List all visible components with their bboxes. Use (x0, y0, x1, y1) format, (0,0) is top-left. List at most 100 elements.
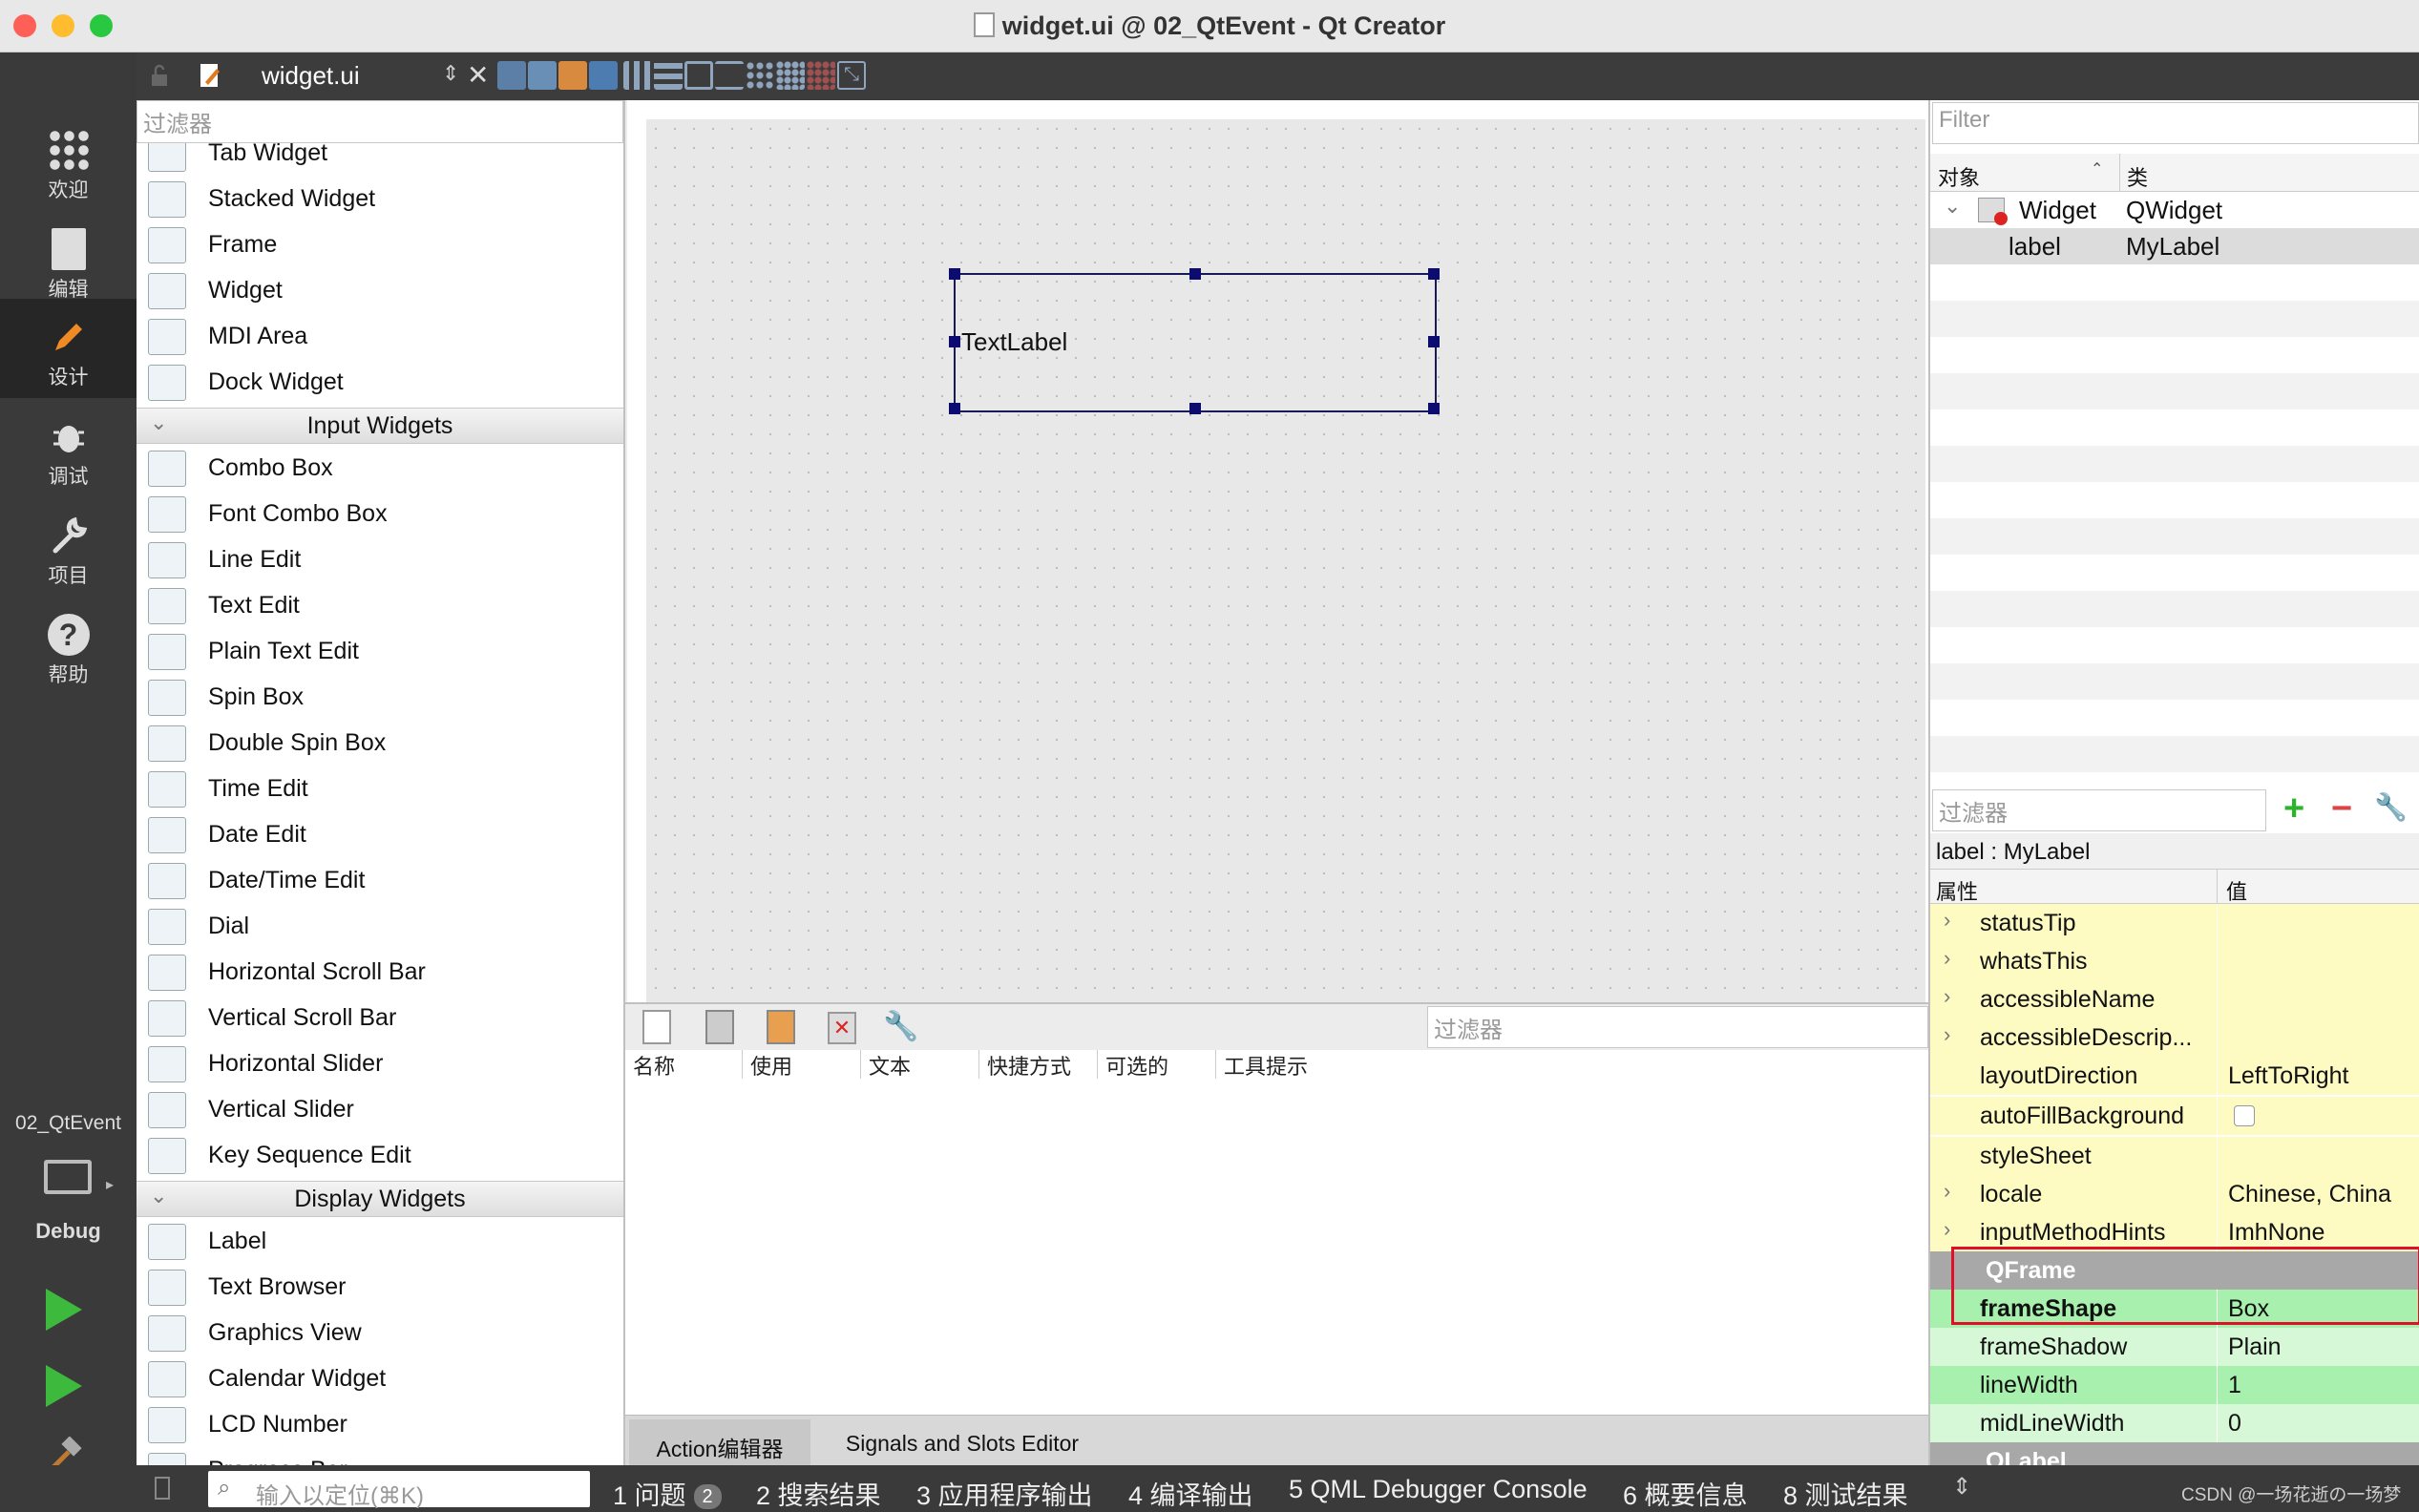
edit-signals-slots-icon[interactable] (528, 61, 557, 90)
property-row[interactable]: › accessibleDescrip... (1930, 1018, 2419, 1058)
toggle-sidebar-icon[interactable] (155, 1477, 170, 1500)
auto-fill-background-checkbox[interactable] (2234, 1105, 2255, 1126)
layout-horizontal-icon[interactable] (623, 61, 652, 90)
widget-box-item[interactable]: Graphics View (137, 1310, 623, 1355)
property-row[interactable]: styleSheet (1930, 1137, 2419, 1176)
widget-box-item[interactable]: LCD Number (137, 1401, 623, 1447)
copy-action-icon[interactable] (705, 1010, 734, 1044)
output-pane-chevron-icon[interactable]: ⇕ (1952, 1473, 1971, 1501)
paste-action-icon[interactable] (767, 1010, 795, 1044)
resize-handle[interactable] (1428, 403, 1440, 414)
widget-box-category[interactable]: ⌄ Input Widgets (137, 408, 623, 444)
resize-handle[interactable] (949, 403, 960, 414)
mode-welcome[interactable]: 欢迎 (0, 112, 137, 211)
output-pane-button[interactable]: 5 QML Debugger Console (1289, 1475, 1588, 1504)
object-row-widget[interactable]: ⌄ Widget QWidget (1930, 192, 2419, 228)
close-file-icon[interactable]: ✕ (467, 61, 495, 90)
property-group-qlabel[interactable]: QLabel (1930, 1442, 2419, 1465)
resize-handle[interactable] (1428, 336, 1440, 347)
action-column-header[interactable]: 名称 (625, 1050, 751, 1079)
output-pane-button[interactable]: 4 编译输出 (1128, 1475, 1253, 1512)
resize-handle[interactable] (949, 268, 960, 280)
remove-dynamic-property-icon[interactable]: − (2331, 789, 2352, 828)
widget-box-item[interactable]: Date/Time Edit (137, 857, 623, 903)
widget-box-item[interactable]: Horizontal Slider (137, 1040, 623, 1086)
locator-input[interactable]: ⌕ 输入以定位(⌘K) (208, 1471, 590, 1509)
action-column-header[interactable]: 使用 (742, 1050, 869, 1079)
property-row[interactable]: › whatsThis (1930, 942, 2419, 981)
resize-handle[interactable] (1189, 403, 1201, 414)
action-column-header[interactable]: 可选的 (1097, 1050, 1224, 1079)
widget-box-item[interactable]: Time Edit (137, 766, 623, 811)
property-row[interactable]: autoFillBackground (1930, 1097, 2419, 1136)
chevron-right-icon[interactable]: › (1944, 946, 1950, 971)
widget-box-item[interactable]: Progress Bar (137, 1447, 623, 1465)
widget-box-item[interactable]: Double Spin Box (137, 720, 623, 766)
output-pane-button[interactable]: 6 概要信息 (1623, 1475, 1748, 1512)
widget-box-item[interactable]: Frame (137, 221, 623, 267)
widget-box-item[interactable]: Vertical Slider (137, 1086, 623, 1132)
column-class[interactable]: 类 (2127, 161, 2148, 192)
mode-help[interactable]: ? 帮助 (0, 597, 137, 696)
edit-tab-order-icon[interactable] (589, 61, 618, 90)
widget-box-item[interactable]: Text Edit (137, 582, 623, 628)
action-column-header[interactable]: 快捷方式 (978, 1050, 1105, 1079)
form-editor-canvas[interactable] (627, 100, 1928, 1002)
layout-form-icon[interactable] (746, 61, 774, 90)
property-row[interactable]: frameShadow Plain (1930, 1328, 2419, 1367)
resize-handle[interactable] (1428, 268, 1440, 280)
property-row[interactable]: › statusTip (1930, 904, 2419, 943)
widget-box-item[interactable]: Spin Box (137, 674, 623, 720)
chevron-right-icon[interactable]: › (1944, 1179, 1950, 1204)
break-layout-icon[interactable] (807, 61, 835, 90)
column-object[interactable]: 对象 (1938, 161, 1980, 192)
chevron-right-icon[interactable]: › (1944, 984, 1950, 1009)
selected-text-label[interactable]: TextLabel (949, 268, 1440, 414)
widget-box-item[interactable]: Date Edit (137, 811, 623, 857)
widget-box-item[interactable]: Line Edit (137, 536, 623, 582)
widget-box-item[interactable]: MDI Area (137, 313, 623, 359)
widget-box-item[interactable]: Font Combo Box (137, 491, 623, 536)
widget-box-filter-input[interactable]: 过滤器 (137, 100, 623, 143)
property-row[interactable]: layoutDirection LeftToRight (1930, 1057, 2419, 1096)
chevron-right-icon[interactable]: › (1944, 1217, 1950, 1242)
delete-action-icon[interactable]: ✕ (828, 1012, 856, 1044)
chevron-right-icon[interactable]: › (1944, 1022, 1950, 1047)
debug-run-icon[interactable] (46, 1365, 82, 1407)
property-row[interactable]: midLineWidth 0 (1930, 1404, 2419, 1443)
widget-box-item[interactable]: Calendar Widget (137, 1355, 623, 1401)
widget-box-item[interactable]: Widget (137, 267, 623, 313)
widget-box-item[interactable]: Label (137, 1218, 623, 1264)
mode-debug[interactable]: 调试 (0, 398, 137, 497)
output-pane-button[interactable]: 2 搜索结果 (756, 1475, 881, 1512)
chevron-right-icon[interactable]: › (1944, 908, 1950, 933)
widget-box-item[interactable]: Stacked Widget (137, 176, 623, 221)
layout-grid-icon[interactable] (776, 61, 805, 90)
action-column-header[interactable]: 工具提示 (1215, 1050, 1797, 1079)
adjust-size-icon[interactable]: ⤡ (837, 61, 866, 90)
form-widget[interactable] (646, 119, 1925, 1002)
widget-box-item[interactable]: Plain Text Edit (137, 628, 623, 674)
action-column-header[interactable]: 文本 (860, 1050, 987, 1079)
layout-splitter-vertical-icon[interactable] (715, 61, 744, 90)
kit-selector[interactable]: ▸ Debug (0, 1160, 137, 1265)
action-filter-input[interactable]: 过滤器 (1427, 1006, 1928, 1048)
new-action-icon[interactable] (642, 1010, 671, 1044)
resize-handle[interactable] (1189, 268, 1201, 280)
widget-box-item[interactable]: Dial (137, 903, 623, 949)
resize-handle[interactable] (949, 336, 960, 347)
configure-wrench-icon[interactable]: 🔧 (883, 1010, 925, 1044)
edit-buddies-icon[interactable] (558, 61, 587, 90)
output-pane-button[interactable]: 8 测试结果 (1783, 1475, 1908, 1512)
build-hammer-icon[interactable] (44, 1436, 86, 1473)
lock-icon[interactable] (148, 61, 171, 90)
widget-box-item[interactable]: Vertical Scroll Bar (137, 995, 623, 1040)
widget-box-item[interactable]: Horizontal Scroll Bar (137, 949, 623, 995)
edit-widgets-icon[interactable] (497, 61, 526, 90)
mode-edit[interactable]: 编辑 (0, 211, 137, 310)
widget-box-item[interactable]: Tab Widget (137, 143, 623, 176)
widget-box-category[interactable]: ⌄ Display Widgets (137, 1181, 623, 1217)
property-row[interactable]: lineWidth 1 (1930, 1366, 2419, 1405)
configure-wrench-icon[interactable]: 🔧 (2374, 791, 2408, 823)
run-icon[interactable] (46, 1289, 82, 1331)
